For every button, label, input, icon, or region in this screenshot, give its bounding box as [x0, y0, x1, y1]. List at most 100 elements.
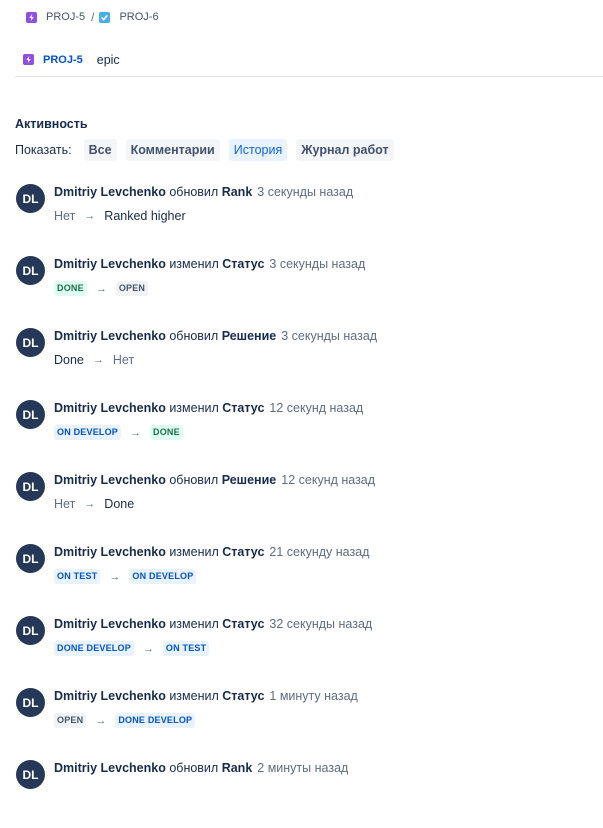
- change-values: DONE → OPEN: [54, 281, 149, 296]
- timestamp[interactable]: 12 секунд назад: [269, 401, 363, 415]
- changed-field: Статус: [222, 545, 265, 559]
- timestamp[interactable]: 21 секунду назад: [269, 545, 369, 559]
- avatar[interactable]: DL: [16, 256, 45, 285]
- timestamp[interactable]: 3 секунды назад: [257, 185, 353, 199]
- history-entry-header: Dmitriy Levchenko обновил Решение 3 секун…: [54, 329, 377, 343]
- history-entry: DL Dmitriy Levchenko обновил Решение 12 се…: [16, 468, 603, 540]
- history-entry-header: Dmitriy Levchenko изменил Статус 32 секун…: [54, 617, 372, 631]
- epic-icon: [26, 11, 37, 23]
- changed-field: Статус: [222, 257, 265, 271]
- history-entry-header: Dmitriy Levchenko изменил Статус 3 секунд…: [54, 257, 365, 271]
- avatar[interactable]: DL: [16, 616, 45, 645]
- filter-comments-button[interactable]: Комментарии: [125, 139, 220, 161]
- timestamp[interactable]: 1 минуту назад: [269, 689, 357, 703]
- user-name[interactable]: Dmitriy Levchenko: [54, 761, 166, 775]
- child-issue-key[interactable]: PROJ-5: [43, 54, 83, 66]
- user-name[interactable]: Dmitriy Levchenko: [54, 473, 166, 487]
- avatar[interactable]: DL: [16, 184, 45, 213]
- changed-field: Решение: [221, 329, 277, 343]
- history-entry-header: Dmitriy Levchenko изменил Статус 21 секун…: [54, 545, 369, 559]
- user-name[interactable]: Dmitriy Levchenko: [54, 401, 166, 415]
- old-status-lozenge: ON TEST: [54, 569, 101, 584]
- change-values: Done → Нет: [54, 353, 134, 367]
- change-values: DONE DEVELOP → ON TEST: [54, 641, 210, 656]
- action-verb: изменил: [169, 401, 219, 415]
- old-value: Нет: [54, 209, 76, 223]
- avatar[interactable]: DL: [16, 328, 45, 357]
- action-verb: обновил: [169, 329, 219, 343]
- timestamp[interactable]: 3 секунды назад: [269, 257, 365, 271]
- filter-history-button[interactable]: История: [228, 139, 288, 161]
- child-issue-row[interactable]: PROJ-5 epic: [15, 43, 603, 77]
- changed-field: Статус: [222, 689, 265, 703]
- arrow-right-icon: →: [84, 498, 96, 510]
- activity-filter-bar: Показать: Все Комментарии История Журнал…: [15, 139, 403, 161]
- changed-field: Статус: [222, 617, 265, 631]
- change-values: Нет → Ranked higher: [54, 209, 186, 223]
- history-entry-header: Dmitriy Levchenko обновил Rank 2 минуты н…: [54, 761, 348, 775]
- timestamp[interactable]: 3 секунды назад: [281, 329, 377, 343]
- action-verb: изменил: [169, 617, 219, 631]
- new-status-lozenge: DONE: [150, 425, 183, 440]
- user-name[interactable]: Dmitriy Levchenko: [54, 545, 166, 559]
- history-entry: DL Dmitriy Levchenko изменил Статус 1 мину…: [16, 684, 603, 756]
- new-value: Done: [104, 497, 135, 511]
- avatar[interactable]: DL: [16, 400, 45, 429]
- avatar[interactable]: DL: [16, 472, 45, 501]
- breadcrumb-key[interactable]: PROJ-6: [119, 11, 158, 23]
- action-verb: обновил: [169, 473, 219, 487]
- user-name[interactable]: Dmitriy Levchenko: [54, 185, 166, 199]
- old-status-lozenge: ON DEVELOP: [54, 425, 122, 440]
- arrow-right-icon: →: [95, 714, 107, 727]
- new-status-lozenge: ON DEVELOP: [129, 569, 197, 584]
- breadcrumb: PROJ-5 / PROJ-6: [26, 10, 159, 24]
- old-status-lozenge: OPEN: [54, 713, 87, 728]
- timestamp[interactable]: 12 секунд назад: [281, 473, 375, 487]
- filter-all-button[interactable]: Все: [83, 139, 117, 161]
- timestamp[interactable]: 32 секунды назад: [269, 617, 372, 631]
- avatar[interactable]: DL: [16, 544, 45, 573]
- history-entry: DL Dmitriy Levchenko изменил Статус 3 секу…: [16, 252, 603, 324]
- change-values: OPEN → DONE DEVELOP: [54, 713, 196, 728]
- new-status-lozenge: OPEN: [115, 281, 149, 296]
- arrow-right-icon: →: [84, 210, 96, 222]
- avatar[interactable]: DL: [16, 760, 45, 789]
- action-verb: изменил: [169, 689, 219, 703]
- history-entry: DL Dmitriy Levchenko изменил Статус 21 сек…: [16, 540, 603, 612]
- timestamp[interactable]: 2 минуты назад: [257, 761, 348, 775]
- change-values: Нет → Done: [54, 497, 134, 511]
- new-value: Нет: [112, 353, 135, 367]
- new-status-lozenge: ON TEST: [162, 641, 210, 656]
- changed-field: Rank: [221, 185, 253, 199]
- filter-worklog-button[interactable]: Журнал работ: [296, 139, 394, 161]
- changed-field: Решение: [221, 473, 277, 487]
- arrow-right-icon: →: [92, 354, 104, 366]
- action-verb: обновил: [169, 185, 219, 199]
- old-status-lozenge: DONE: [54, 281, 87, 296]
- history-entry: DL Dmitriy Levchenko обновил Решение 3 сек…: [16, 324, 603, 396]
- history-entry-header: Dmitriy Levchenko обновил Решение 12 секу…: [54, 473, 375, 487]
- breadcrumb-item-parent[interactable]: PROJ-5: [26, 11, 85, 23]
- arrow-right-icon: →: [142, 642, 154, 655]
- user-name[interactable]: Dmitriy Levchenko: [54, 689, 166, 703]
- old-value: Done: [54, 353, 84, 367]
- history-entry-header: Dmitriy Levchenko изменил Статус 1 минуту…: [54, 689, 358, 703]
- epic-icon: [23, 54, 34, 65]
- arrow-right-icon: →: [95, 282, 107, 295]
- action-verb: обновил: [169, 761, 219, 775]
- avatar[interactable]: DL: [16, 688, 45, 717]
- history-entry-header: Dmitriy Levchenko изменил Статус 12 секун…: [54, 401, 363, 415]
- new-status-lozenge: DONE DEVELOP: [115, 713, 196, 728]
- breadcrumb-key[interactable]: PROJ-5: [46, 11, 85, 23]
- task-checkbox-icon: [99, 11, 111, 23]
- breadcrumb-item-current[interactable]: PROJ-6: [99, 11, 159, 23]
- child-issue-summary: epic: [96, 52, 120, 67]
- arrow-right-icon: →: [130, 426, 142, 439]
- history-entry: DL Dmitriy Levchenko обновил Rank 2 минуты…: [16, 756, 603, 828]
- breadcrumb-separator: /: [91, 10, 95, 24]
- change-values: ON DEVELOP → DONE: [54, 425, 183, 440]
- user-name[interactable]: Dmitriy Levchenko: [54, 617, 166, 631]
- changed-field: Rank: [221, 761, 253, 775]
- user-name[interactable]: Dmitriy Levchenko: [54, 329, 166, 343]
- user-name[interactable]: Dmitriy Levchenko: [54, 257, 166, 271]
